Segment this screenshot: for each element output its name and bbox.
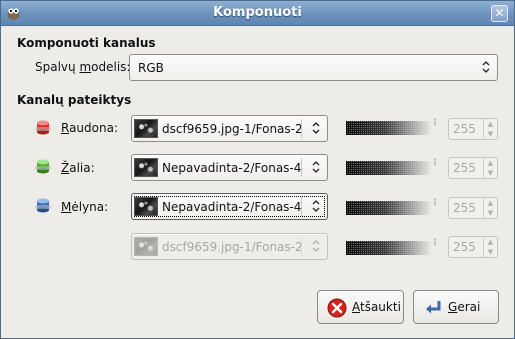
color-model-label: Spalvų modelis: bbox=[35, 60, 131, 74]
spin-down-icon[interactable]: ▼ bbox=[484, 208, 497, 218]
slider-marker-icon[interactable]: ǐ bbox=[432, 159, 438, 170]
alpha-source-value: dscf9659.jpg-1/Fonas-2 bbox=[162, 240, 303, 254]
green-value-spin[interactable]: 255 ▲ ▼ bbox=[448, 157, 498, 179]
slider-marker-icon: ǐ bbox=[433, 239, 437, 249]
green-source-value: Nepavadinta-2/Fonas-4 bbox=[162, 161, 302, 175]
red-channel-icon bbox=[35, 120, 51, 135]
title-bar[interactable]: Komponuoti ✕ bbox=[1, 1, 514, 26]
image-thumbnail bbox=[134, 158, 158, 177]
cancel-icon bbox=[327, 298, 347, 318]
alpha-curve-preview bbox=[346, 241, 432, 255]
ok-button[interactable]: Gerai bbox=[413, 290, 499, 324]
blue-source-value: Nepavadinta-2/Fonas-4 bbox=[162, 200, 302, 214]
green-value: 255 bbox=[453, 161, 476, 175]
green-source-combo[interactable]: Nepavadinta-2/Fonas-4 bbox=[131, 154, 328, 181]
red-value-spin[interactable]: 255 ▲ ▼ bbox=[448, 118, 498, 140]
green-channel-icon bbox=[35, 159, 51, 174]
color-model-combo[interactable]: RGB bbox=[129, 54, 498, 81]
blue-source-combo[interactable]: Nepavadinta-2/Fonas-4 bbox=[131, 193, 328, 220]
spin-down-icon[interactable]: ▼ bbox=[484, 129, 497, 139]
combo-arrows-icon bbox=[312, 200, 320, 212]
spin-down-icon: ▼ bbox=[487, 248, 494, 256]
cancel-label: Atšaukti bbox=[352, 300, 401, 314]
enter-arrow-icon bbox=[426, 301, 441, 314]
spin-down-icon[interactable]: ▼ bbox=[484, 168, 497, 178]
green-curve-preview bbox=[346, 161, 432, 175]
compose-section-title: Komponuoti kanalus bbox=[17, 36, 156, 50]
window-title: Komponuoti bbox=[213, 5, 302, 20]
spin-up-icon[interactable]: ▲ bbox=[484, 158, 497, 168]
blue-curve-preview bbox=[346, 201, 432, 215]
combo-arrows-icon bbox=[312, 240, 320, 252]
spin-up-icon: ▲ bbox=[487, 238, 494, 246]
spin-up-icon[interactable]: ▲ bbox=[484, 119, 497, 129]
close-icon[interactable]: ✕ bbox=[491, 5, 508, 22]
red-value: 255 bbox=[453, 122, 476, 136]
red-source-combo[interactable]: dscf9659.jpg-1/Fonas-2 bbox=[131, 115, 328, 142]
combo-arrows-icon bbox=[482, 61, 490, 73]
combo-arrows-icon bbox=[312, 122, 320, 134]
green-channel-label: Žalia: bbox=[61, 161, 95, 175]
color-model-value: RGB bbox=[138, 61, 164, 75]
image-thumbnail bbox=[134, 237, 158, 256]
blue-value-spin[interactable]: 255 ▲ ▼ bbox=[448, 197, 498, 219]
alpha-value: 255 bbox=[453, 240, 476, 254]
alpha-value-spin: 255 ▲ ▼ bbox=[448, 236, 498, 258]
red-source-value: dscf9659.jpg-1/Fonas-2 bbox=[162, 122, 303, 136]
blue-channel-icon bbox=[35, 198, 51, 213]
sources-section-title: Kanalų pateiktys bbox=[17, 93, 132, 107]
slider-marker-icon[interactable]: ǐ bbox=[432, 199, 438, 210]
slider-marker-icon[interactable]: ǐ bbox=[432, 119, 438, 130]
red-curve-preview bbox=[346, 121, 432, 135]
red-channel-label: Raudona: bbox=[61, 121, 118, 135]
image-thumbnail bbox=[134, 197, 158, 216]
ok-label: Gerai bbox=[448, 300, 481, 314]
combo-arrows-icon bbox=[312, 161, 320, 173]
image-thumbnail bbox=[134, 119, 158, 138]
blue-channel-label: Mėlyna: bbox=[61, 200, 109, 214]
blue-value: 255 bbox=[453, 201, 476, 215]
alpha-source-combo: dscf9659.jpg-1/Fonas-2 bbox=[131, 233, 328, 260]
compose-dialog: Komponuoti ✕ Komponuoti kanalus Spalvų m… bbox=[0, 0, 515, 339]
spin-up-icon[interactable]: ▲ bbox=[484, 198, 497, 208]
cancel-button[interactable]: Atšaukti bbox=[317, 290, 404, 324]
